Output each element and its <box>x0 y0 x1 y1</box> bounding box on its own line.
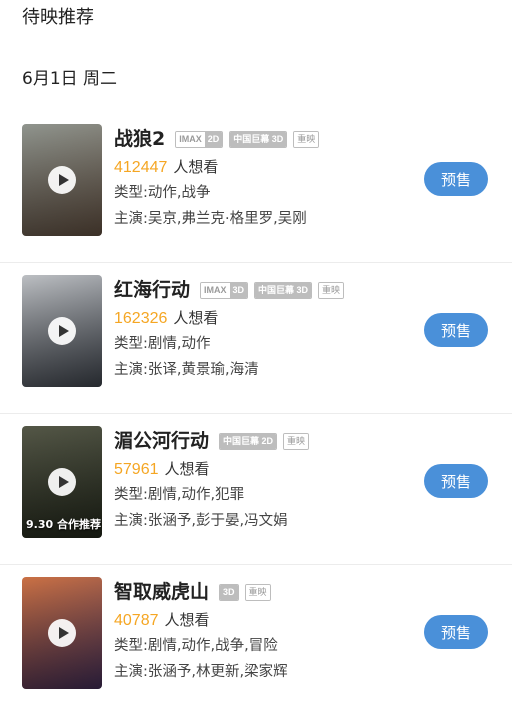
want-suffix: 人想看 <box>164 611 210 629</box>
want-count: 412447 <box>114 159 168 176</box>
format-badge: 重映 <box>318 281 345 299</box>
want-suffix: 人想看 <box>164 460 210 478</box>
want-to-see: 162326 人想看 <box>114 307 414 329</box>
format-badge-label: 中国巨幕 2D <box>220 433 277 449</box>
format-badge-label: 中国巨幕 3D <box>230 131 287 147</box>
movie-genre: 类型:剧情,动作 <box>114 336 211 352</box>
format-badge: IMAX 3D <box>200 281 249 299</box>
format-badge-dimension: 2D <box>204 131 223 147</box>
format-badge-label: 重映 <box>294 131 319 147</box>
movie-info: 智取威虎山 3D 重映 40787 人想看 类型:剧情,动作,战争,冒险 主演:张涵… <box>114 575 414 683</box>
movie-cast: 主演:吴京,弗兰克·格里罗,吴刚 <box>114 211 307 227</box>
format-badge-label: 中国巨幕 3D <box>255 282 312 298</box>
presale-button[interactable]: 预售 <box>424 162 488 196</box>
play-trailer-icon[interactable] <box>48 317 76 345</box>
format-badge-label: IMAX <box>201 282 230 298</box>
movie-title[interactable]: 战狼2 <box>114 124 165 151</box>
want-count: 162326 <box>114 310 168 327</box>
want-to-see: 412447 人想看 <box>114 156 414 178</box>
format-badges: IMAX 2D 中国巨幕 3D 重映 <box>175 127 325 148</box>
want-suffix: 人想看 <box>173 158 219 176</box>
presale-button[interactable]: 预售 <box>424 464 488 498</box>
format-badge-label: 重映 <box>245 584 270 600</box>
movie-genre: 类型:剧情,动作,战争,冒险 <box>114 638 278 654</box>
format-badge: 重映 <box>283 432 310 450</box>
movie-poster[interactable]: 9.30 合作推荐 <box>22 426 102 538</box>
format-badge: 中国巨幕 3D <box>229 130 288 148</box>
format-badge: 中国巨幕 3D <box>254 281 313 299</box>
date-header: 6月1日 周二 <box>22 69 118 89</box>
want-to-see: 40787 人想看 <box>114 609 414 631</box>
movie-poster[interactable] <box>22 124 102 236</box>
play-trailer-icon[interactable] <box>48 619 76 647</box>
movie-poster[interactable] <box>22 275 102 387</box>
format-badges: 中国巨幕 2D 重映 <box>219 429 315 450</box>
format-badge: 重映 <box>293 130 320 148</box>
format-badge-dimension: 3D <box>229 282 248 298</box>
movie-item[interactable]: 智取威虎山 3D 重映 40787 人想看 类型:剧情,动作,战争,冒险 主演:张涵… <box>0 565 512 715</box>
format-badge-label: 重映 <box>284 433 309 449</box>
format-badge-label: 重映 <box>319 282 344 298</box>
movie-item[interactable]: 红海行动 IMAX 3D 中国巨幕 3D 重映 162326 人想看 类型:剧情,动作 … <box>0 263 512 414</box>
play-trailer-icon[interactable] <box>48 468 76 496</box>
movie-cast: 主演:张涵予,彭于晏,冯文娟 <box>114 513 288 529</box>
format-badges: IMAX 3D 中国巨幕 3D 重映 <box>200 278 350 299</box>
movie-genre: 类型:动作,战争 <box>114 185 211 201</box>
want-to-see: 57961 人想看 <box>114 458 414 480</box>
presale-button[interactable]: 预售 <box>424 313 488 347</box>
movie-cast: 主演:张译,黄景瑜,海清 <box>114 362 259 378</box>
movie-list: 战狼2 IMAX 2D 中国巨幕 3D 重映 412447 人想看 类型:动作,战争 主… <box>0 112 512 715</box>
movie-info: 红海行动 IMAX 3D 中国巨幕 3D 重映 162326 人想看 类型:剧情,动作 … <box>114 273 414 381</box>
want-suffix: 人想看 <box>173 309 219 327</box>
movie-title[interactable]: 智取威虎山 <box>114 577 209 604</box>
movie-poster[interactable] <box>22 577 102 689</box>
format-badge: 3D <box>219 583 239 601</box>
format-badge: IMAX 2D <box>175 130 224 148</box>
want-count: 40787 <box>114 612 159 629</box>
movie-info: 战狼2 IMAX 2D 中国巨幕 3D 重映 412447 人想看 类型:动作,战争 主… <box>114 122 414 230</box>
movie-info: 湄公河行动 中国巨幕 2D 重映 57961 人想看 类型:剧情,动作,犯罪 主演:… <box>114 424 414 532</box>
poster-caption: 9.30 合作推荐 <box>26 518 101 531</box>
movie-cast: 主演:张涵予,林更新,梁家辉 <box>114 664 288 680</box>
movie-item[interactable]: 9.30 合作推荐 湄公河行动 中国巨幕 2D 重映 57961 人想看 类型:剧情… <box>0 414 512 565</box>
movie-title[interactable]: 红海行动 <box>114 275 190 302</box>
movie-genre: 类型:剧情,动作,犯罪 <box>114 487 245 503</box>
play-trailer-icon[interactable] <box>48 166 76 194</box>
presale-button[interactable]: 预售 <box>424 615 488 649</box>
format-badges: 3D 重映 <box>219 580 277 601</box>
movie-item[interactable]: 战狼2 IMAX 2D 中国巨幕 3D 重映 412447 人想看 类型:动作,战争 主… <box>0 112 512 263</box>
format-badge: 中国巨幕 2D <box>219 432 278 450</box>
want-count: 57961 <box>114 461 159 478</box>
format-badge-label: IMAX <box>176 131 205 147</box>
movie-title[interactable]: 湄公河行动 <box>114 426 209 453</box>
section-title: 待映推荐 <box>22 7 94 28</box>
format-badge: 重映 <box>244 583 271 601</box>
format-badge-label: 3D <box>220 584 238 600</box>
